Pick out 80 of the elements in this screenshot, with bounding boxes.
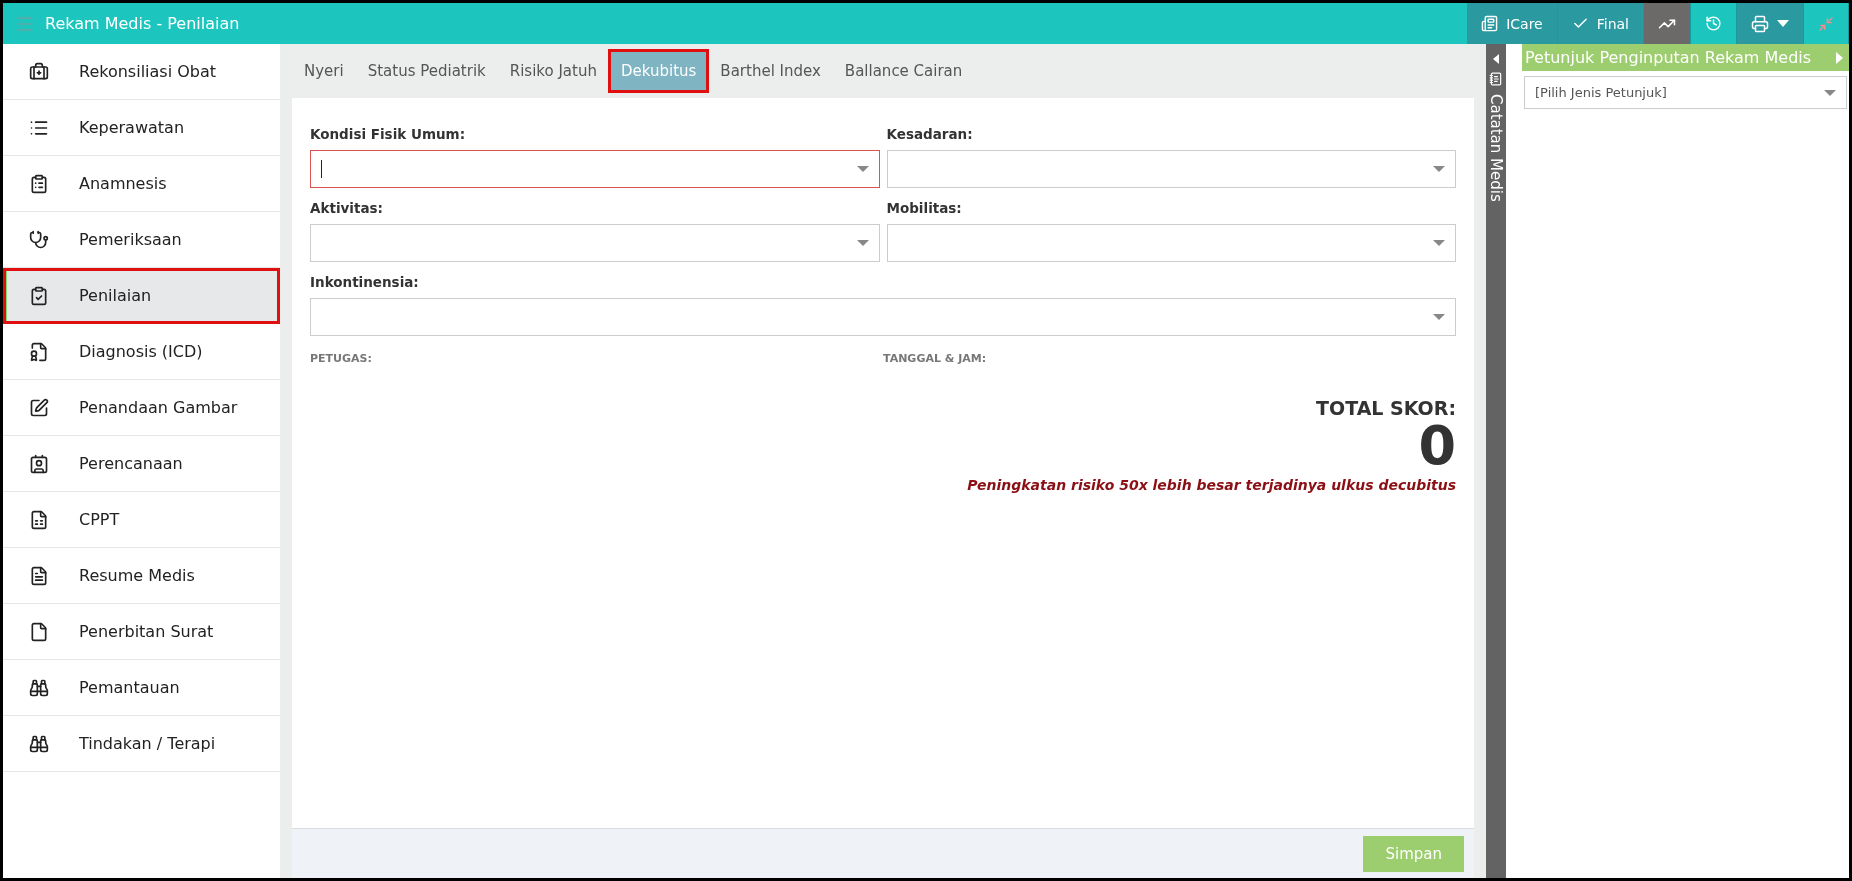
risk-note: Peningkatan risiko 50x lebih besar terjadinya ulkus decubitus: [967, 477, 1456, 493]
sidebar-item-label: Penandaan Gambar: [79, 398, 238, 417]
text-cursor: [321, 160, 322, 178]
binoculars-icon: [29, 733, 49, 754]
printer-icon: [1751, 14, 1769, 33]
file-icon: [29, 621, 49, 642]
select-field[interactable]: [310, 298, 1456, 336]
guide-select[interactable]: [Pilih Jenis Petunjuk]: [1524, 76, 1847, 109]
tab[interactable]: Ballance Cairan: [834, 52, 973, 90]
dropdown-arrow-icon: [1433, 240, 1445, 246]
history-icon: [1705, 15, 1722, 32]
clipboard-check-icon: [29, 285, 49, 306]
guide-title: Petunjuk Penginputan Rekam Medis: [1525, 48, 1812, 67]
card-icon: [1481, 15, 1499, 32]
expand-arrow-icon[interactable]: [1836, 51, 1843, 64]
medical-kit-icon: [29, 61, 49, 82]
sidebar-item-label: Penerbitan Surat: [79, 622, 214, 641]
collapse-arrow-icon[interactable]: [1493, 54, 1499, 64]
sidebar-item[interactable]: Pemantauan: [3, 660, 280, 716]
dropdown-arrow-icon: [856, 240, 869, 246]
clipboard-icon: [29, 173, 49, 194]
contact-icon: [29, 453, 49, 474]
sidebar-item-label: Keperawatan: [79, 118, 185, 137]
tab[interactable]: Status Pediatrik: [357, 52, 496, 90]
edit-icon: [29, 397, 49, 418]
sidebar-item-label: Anamnesis: [79, 174, 167, 193]
field-label: Kondisi Fisik Umum:: [310, 126, 467, 142]
sidebar-item[interactable]: Rekonsiliasi Obat: [3, 44, 280, 100]
document-icon: [29, 341, 49, 362]
dropdown-arrow-icon: [1824, 89, 1836, 96]
total-score-label: TOTAL SKOR:: [1316, 397, 1456, 419]
window-title: Rekam Medis - Penilaian: [45, 14, 241, 33]
sidebar-item[interactable]: Penilaian: [3, 268, 280, 324]
sidebar-item[interactable]: Diagnosis (ICD): [3, 324, 280, 380]
shrink-icon: [1818, 15, 1834, 32]
sidebar-item[interactable]: Anamnesis: [3, 156, 280, 212]
sidebar-item-label: CPPT: [79, 510, 120, 529]
tab[interactable]: Nyeri: [294, 52, 354, 90]
dropdown-arrow-icon: [1433, 314, 1445, 320]
tab[interactable]: Risiko Jatuh: [499, 52, 607, 90]
sidebar-item[interactable]: Tindakan / Terapi: [3, 716, 280, 772]
stethoscope-icon: [29, 229, 49, 250]
select-field[interactable]: [310, 224, 880, 262]
sidebar-item[interactable]: Perencanaan: [3, 436, 280, 492]
sidebar-item-label: Pemantauan: [79, 678, 180, 697]
select-field[interactable]: [886, 150, 1456, 188]
sidebar-item[interactable]: Penerbitan Surat: [3, 604, 280, 660]
select-field[interactable]: [886, 224, 1456, 262]
sidebar-item-label: Diagnosis (ICD): [79, 342, 203, 361]
notebook-icon: [1489, 72, 1503, 86]
sidebar-item[interactable]: CPPT: [3, 492, 280, 548]
sidebar-item[interactable]: Keperawatan: [3, 100, 280, 156]
side-strip[interactable]: Catatan Medis: [1486, 44, 1506, 878]
dropdown-arrow-icon: [856, 166, 869, 172]
sidebar-item-label: Tindakan / Terapi: [79, 734, 216, 753]
field-label: Inkontinensia:: [310, 274, 420, 290]
caret-icon: [1777, 20, 1789, 27]
field-label: Mobilitas:: [886, 200, 963, 216]
print-button[interactable]: [1737, 3, 1804, 44]
field-label: Kesadaran:: [886, 126, 974, 142]
total-score-value: 0: [1418, 419, 1456, 473]
sidebar-item-label: Perencanaan: [79, 454, 183, 473]
sidebar-item-label: Rekonsiliasi Obat: [79, 62, 217, 81]
sidebar-item[interactable]: Penandaan Gambar: [3, 380, 280, 436]
chart-button[interactable]: [1644, 3, 1691, 44]
dropdown-arrow-icon: [1433, 166, 1445, 172]
document-icon: [29, 565, 49, 586]
binoculars-icon: [29, 677, 49, 698]
select-field[interactable]: [310, 150, 880, 188]
sidebar-item-label: Penilaian: [79, 286, 152, 305]
sidebar-item[interactable]: Resume Medis: [3, 548, 280, 604]
sidebar-item-label: Resume Medis: [79, 566, 195, 585]
sidebar-item-label: Pemeriksaan: [79, 230, 182, 249]
tab[interactable]: Barthel Index: [710, 52, 831, 90]
date-time-label: TANGGAL & JAM:: [883, 352, 988, 365]
guide-select-value: [Pilih Jenis Petunjuk]: [1535, 85, 1667, 100]
petugas-label: PETUGAS:: [310, 352, 373, 365]
side-strip-label: Catatan Medis: [1487, 94, 1505, 202]
chart-document-icon: [29, 509, 49, 530]
field-label: Aktivitas:: [310, 200, 384, 216]
